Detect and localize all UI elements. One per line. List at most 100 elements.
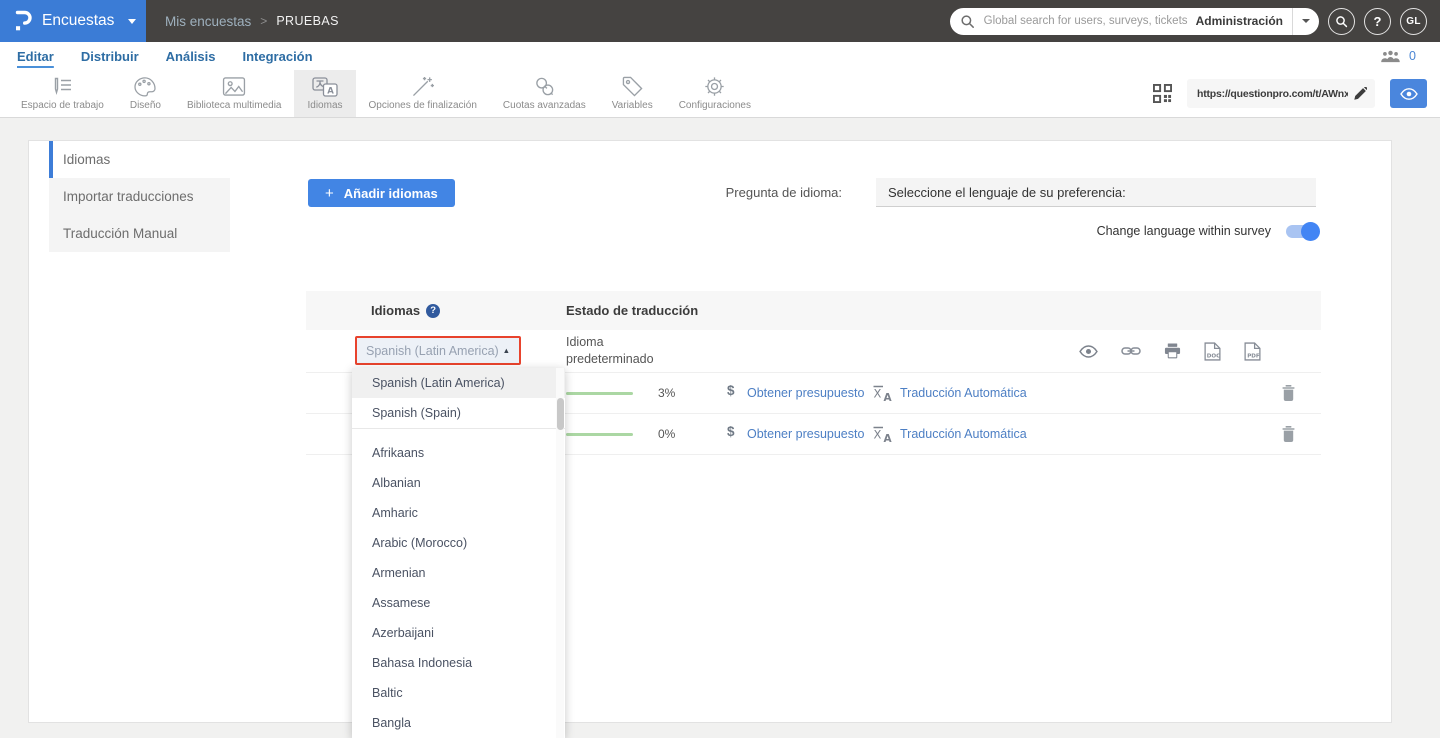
dropdown-option-bahasa-indonesia[interactable]: Bahasa Indonesia [352, 648, 565, 678]
export-doc-icon[interactable]: DOC [1204, 341, 1221, 361]
dropdown-option-assamese[interactable]: Assamese [352, 588, 565, 618]
survey-url-box[interactable]: https://questionpro.com/t/AWnxvZ3 [1187, 79, 1375, 108]
sidebar-item-traduccion-manual[interactable]: Traducción Manual [49, 215, 230, 252]
dropdown-option-arabic-morocco[interactable]: Arabic (Morocco) [352, 528, 565, 558]
dropdown-option-afrikaans[interactable]: Afrikaans [352, 438, 565, 468]
collaborators[interactable]: 0 [1380, 49, 1440, 63]
search-scope-dropdown[interactable] [1293, 19, 1319, 23]
column-languages: Idiomas [371, 303, 421, 318]
qr-code-icon[interactable] [1153, 84, 1172, 103]
global-search: Administración [949, 7, 1319, 35]
link-icon[interactable] [1121, 345, 1141, 357]
dollar-icon: $ [727, 424, 735, 439]
palette-icon [134, 76, 157, 97]
tab-editar[interactable]: Editar [17, 49, 54, 64]
auto-translate-link[interactable]: Traducción Automática [900, 386, 1027, 400]
help-button[interactable]: ? [1364, 7, 1391, 35]
translation-progress-bar [566, 433, 633, 436]
delete-language-trash-icon[interactable] [1282, 385, 1295, 401]
toolbar-item-label: Configuraciones [678, 100, 751, 111]
toolbar-item-configuraciones[interactable]: Configuraciones [666, 70, 764, 117]
dropdown-option-spanish-latin-america[interactable]: Spanish (Latin America) [352, 368, 565, 398]
dropdown-option-amharic[interactable]: Amharic [352, 498, 565, 528]
toolbar-item-cuotas-avanzadas[interactable]: Cuotas avanzadas [490, 70, 599, 117]
toolbar-item-label: Diseño [129, 100, 161, 111]
auto-translate-icon[interactable]: XA [872, 385, 894, 402]
avatar[interactable]: GL [1400, 7, 1427, 35]
help-icon[interactable]: ? [426, 303, 441, 318]
change-language-toggle[interactable] [1286, 222, 1320, 241]
breadcrumb-parent[interactable]: Mis encuestas [165, 14, 251, 29]
dropdown-option-armenian[interactable]: Armenian [352, 558, 565, 588]
dropdown-option-albanian[interactable]: Albanian [352, 468, 565, 498]
change-language-toggle-label: Change language within survey [1096, 224, 1271, 238]
print-icon[interactable] [1164, 343, 1181, 359]
get-quote-link[interactable]: Obtener presupuesto [747, 427, 864, 441]
language-dropdown-menu: Spanish (Latin America) Spanish (Spain) Af… [352, 368, 565, 738]
tab-bar: Editar Distribuir Análisis Integración 0 [0, 42, 1440, 70]
preview-eye-icon[interactable] [1079, 344, 1098, 358]
translation-percent: 3% [658, 386, 676, 400]
toolbar-item-opciones-de-finalizacion[interactable]: Opciones de finalización [356, 70, 490, 117]
breadcrumb-separator: > [260, 14, 268, 28]
edit-toolbar: Espacio de trabajo Diseño Biblioteca multi… [0, 70, 1440, 118]
top-header: Encuestas Mis encuestas > PRUEBAS Admini… [0, 0, 1440, 42]
sidebar-item-importar-traducciones[interactable]: Importar traducciones [49, 178, 230, 215]
search-icon [960, 14, 975, 29]
tab-analisis[interactable]: Análisis [166, 49, 216, 64]
auto-translate-icon[interactable]: XA [872, 426, 894, 443]
breadcrumb: Mis encuestas > PRUEBAS [165, 14, 339, 29]
admin-scope-label[interactable]: Administración [1194, 14, 1292, 28]
tab-integracion[interactable]: Integración [243, 49, 313, 64]
collaborators-count: 0 [1409, 49, 1416, 63]
export-pdf-icon[interactable]: PDF [1244, 341, 1261, 361]
toolbar-item-biblioteca-multimedia[interactable]: Biblioteca multimedia [174, 70, 295, 117]
dropdown-scrollbar-thumb[interactable] [557, 398, 564, 430]
survey-url: https://questionpro.com/t/AWnxvZ3 [1197, 87, 1348, 100]
table-row-default-language: Spanish (Latin America) ▲ Idioma predete… [306, 330, 1321, 373]
toolbar-item-diseno[interactable]: Diseño [117, 70, 174, 117]
svg-text:X: X [874, 387, 882, 401]
delete-language-trash-icon[interactable] [1282, 426, 1295, 442]
get-quote-link[interactable]: Obtener presupuesto [747, 386, 864, 400]
auto-translate-link[interactable]: Traducción Automática [900, 427, 1027, 441]
translation-progress-bar [566, 392, 633, 395]
sidebar-item-idiomas[interactable]: Idiomas [49, 141, 230, 178]
product-name: Encuestas [42, 12, 115, 29]
tab-distribuir[interactable]: Distribuir [81, 49, 139, 64]
eye-icon [1399, 87, 1418, 100]
dropdown-option-spanish-spain[interactable]: Spanish (Spain) [352, 398, 565, 428]
search-input[interactable] [981, 14, 1194, 28]
product-menu[interactable]: Encuestas [0, 0, 146, 42]
language-select[interactable]: Spanish (Latin America) ▲ [355, 336, 521, 365]
row-actions: DOC PDF [1079, 330, 1261, 372]
languages-sidebar: Idiomas Importar traducciones Traducción M… [49, 141, 230, 252]
languages-panel: Idiomas Importar traducciones Traducción M… [28, 140, 1392, 723]
preview-button[interactable] [1390, 79, 1427, 108]
chevron-down-icon [1302, 19, 1310, 23]
toolbar-item-espacio-de-trabajo[interactable]: Espacio de trabajo [8, 70, 117, 117]
workspace-icon [51, 76, 73, 97]
search-button[interactable] [1328, 7, 1355, 35]
edit-url-pencil-icon[interactable] [1353, 86, 1367, 101]
dropdown-option-azerbaijani[interactable]: Azerbaijani [352, 618, 565, 648]
language-select-value: Spanish (Latin America) [366, 343, 499, 358]
toolbar-item-idiomas[interactable]: A Idiomas [294, 70, 356, 117]
svg-text:A: A [327, 86, 334, 96]
gear-icon [704, 76, 725, 97]
toolbar-item-label: Espacio de trabajo [21, 100, 104, 111]
dropdown-divider [352, 428, 565, 429]
image-icon [222, 76, 246, 97]
dropdown-option-baltic[interactable]: Baltic [352, 678, 565, 708]
toolbar-items: Espacio de trabajo Diseño Biblioteca multi… [8, 70, 764, 117]
toolbar-item-variables[interactable]: Variables [599, 70, 666, 117]
dropdown-option-bangla[interactable]: Bangla [352, 708, 565, 738]
toggle-knob [1301, 222, 1320, 241]
toolbar-item-label: Cuotas avanzadas [502, 100, 586, 111]
header-right: Administración ? GL [949, 7, 1440, 35]
language-question-input[interactable] [876, 178, 1316, 207]
wand-icon [411, 76, 435, 97]
plus-icon: + [325, 184, 334, 202]
table-header: Idiomas ? Estado de traducción [306, 291, 1321, 330]
add-languages-button[interactable]: + Añadir idiomas [308, 179, 455, 207]
